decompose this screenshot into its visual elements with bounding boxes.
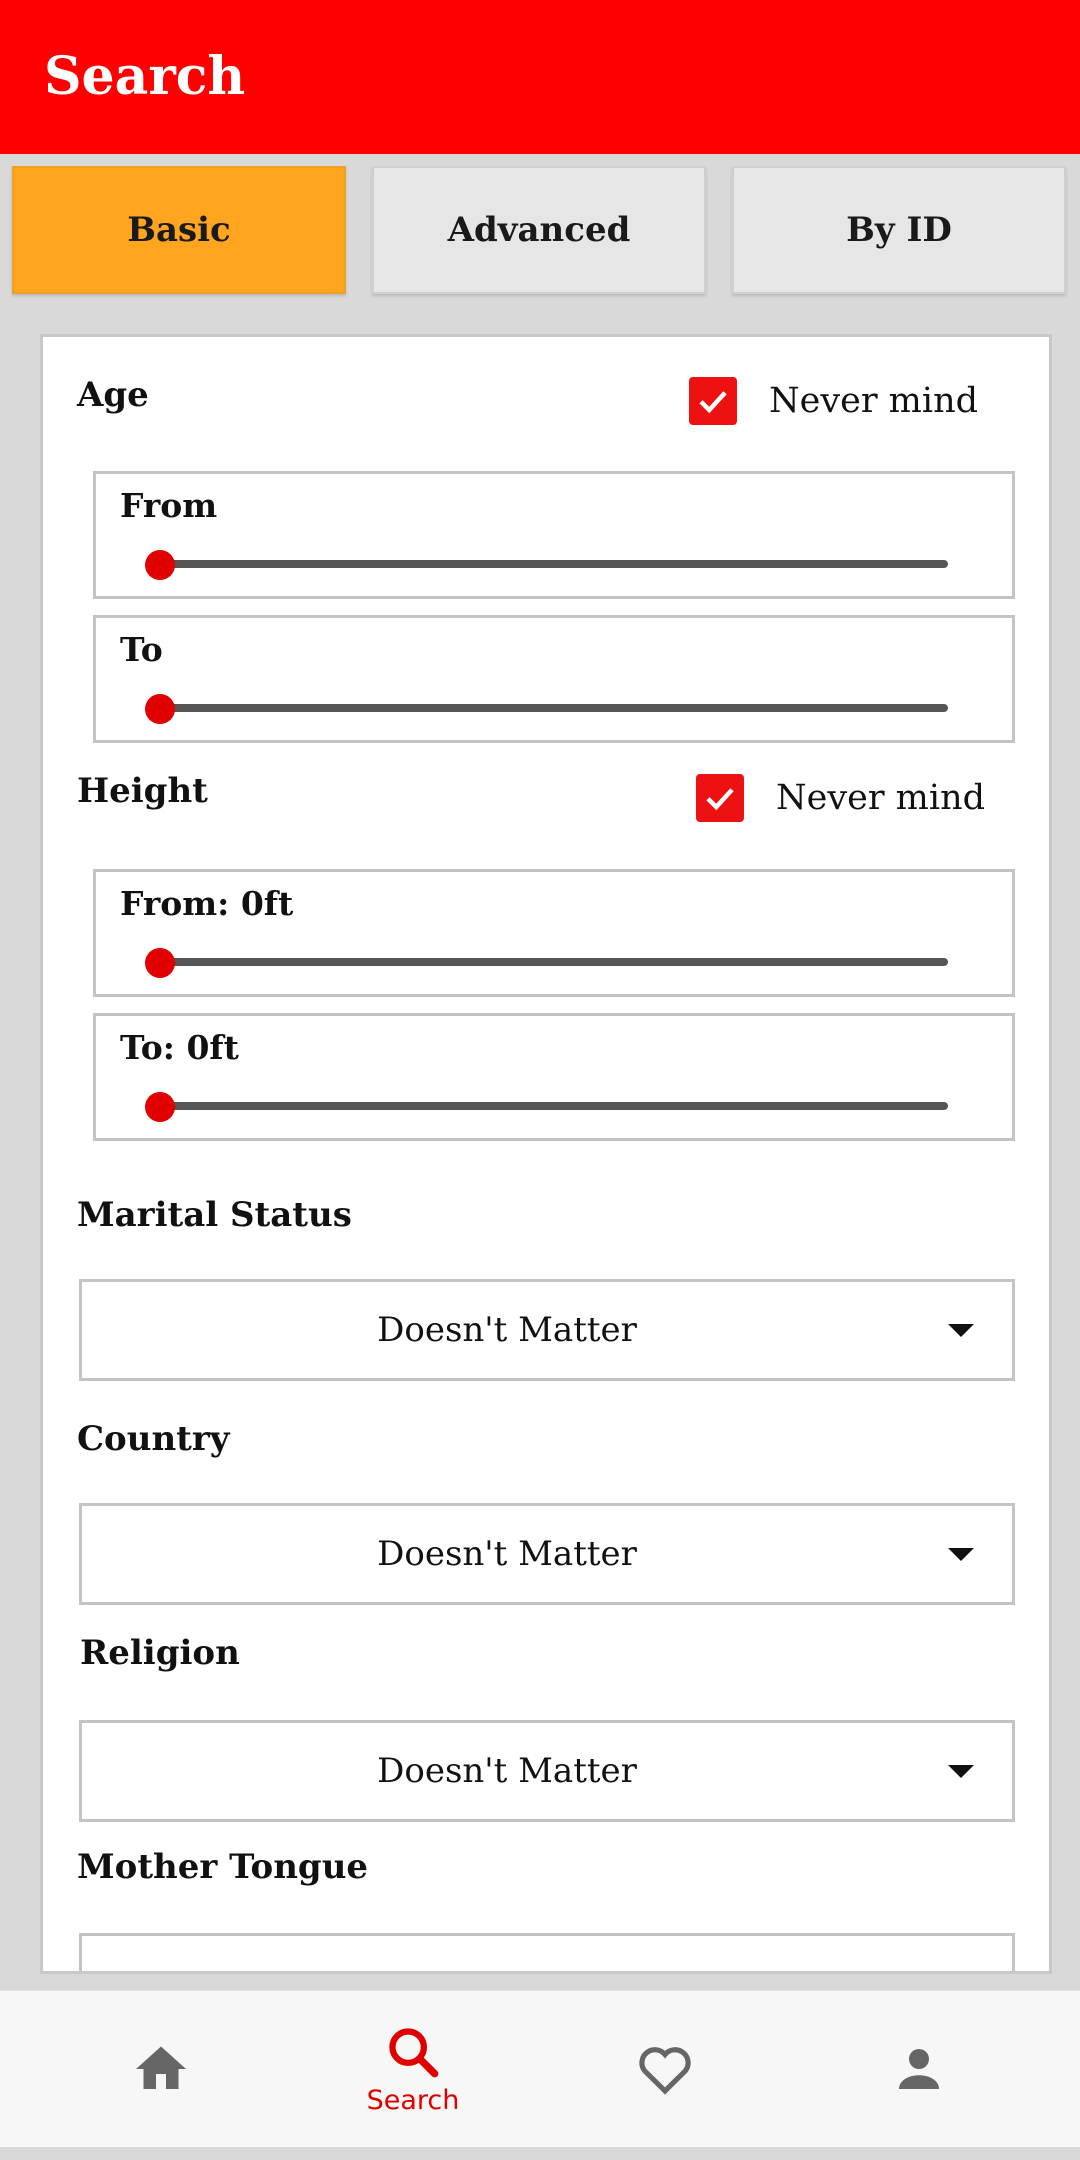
age-never-mind-label: Never mind — [769, 381, 979, 421]
height-to-slider-box: To: 0ft — [93, 1013, 1015, 1141]
bottom-navigation: Search — [0, 1990, 1080, 2147]
tab-by-id[interactable]: By ID — [732, 166, 1066, 294]
dropdown-caret-icon — [948, 1765, 974, 1778]
age-never-mind-checkbox[interactable] — [689, 377, 737, 425]
app-bar: Search — [0, 0, 1080, 154]
check-icon — [706, 788, 734, 811]
country-dropdown[interactable]: Doesn't Matter — [79, 1503, 1015, 1605]
age-never-mind[interactable]: Never mind — [689, 377, 978, 425]
person-icon — [899, 2049, 939, 2089]
nav-favorites[interactable] — [530, 1991, 800, 2147]
tab-advanced[interactable]: Advanced — [372, 166, 706, 294]
height-never-mind-label: Never mind — [776, 778, 986, 818]
height-never-mind-checkbox[interactable] — [696, 774, 744, 822]
age-from-slider-thumb[interactable] — [145, 550, 175, 580]
tab-basic[interactable]: Basic — [12, 166, 346, 294]
marital-status-selected: Doesn't Matter — [377, 1310, 637, 1350]
nav-search[interactable]: Search — [278, 1991, 548, 2147]
height-from-slider-track[interactable] — [156, 958, 948, 966]
search-tabs: Basic Advanced By ID — [0, 166, 1080, 294]
marital-status-label: Marital Status — [77, 1195, 352, 1235]
check-icon — [699, 391, 727, 414]
country-selected: Doesn't Matter — [377, 1534, 637, 1574]
search-icon — [389, 2027, 439, 2077]
height-to-label: To: 0ft — [120, 1028, 239, 1067]
height-to-slider-thumb[interactable] — [145, 1092, 175, 1122]
dropdown-caret-icon — [948, 1548, 974, 1561]
nav-search-label: Search — [366, 2084, 460, 2116]
age-from-slider-track[interactable] — [156, 560, 948, 568]
height-to-slider-track[interactable] — [156, 1102, 948, 1110]
age-to-slider-box: To — [93, 615, 1015, 743]
home-icon — [136, 2046, 186, 2089]
marital-status-dropdown[interactable]: Doesn't Matter — [79, 1279, 1015, 1381]
religion-label: Religion — [80, 1633, 240, 1673]
dropdown-caret-icon — [948, 1324, 974, 1337]
religion-dropdown[interactable]: Doesn't Matter — [79, 1720, 1015, 1822]
age-from-label: From — [120, 486, 218, 525]
nav-profile[interactable] — [784, 1991, 1054, 2147]
country-label: Country — [77, 1419, 230, 1459]
religion-selected: Doesn't Matter — [377, 1751, 637, 1791]
height-from-slider-thumb[interactable] — [145, 948, 175, 978]
mother-tongue-label: Mother Tongue — [77, 1847, 369, 1887]
page-title: Search — [44, 46, 246, 107]
height-label: Height — [77, 771, 208, 811]
age-to-slider-track[interactable] — [156, 704, 948, 712]
height-never-mind[interactable]: Never mind — [696, 774, 985, 822]
age-from-slider-box: From — [93, 471, 1015, 599]
heart-icon — [639, 2047, 691, 2095]
height-from-label: From: 0ft — [120, 884, 294, 923]
nav-home[interactable] — [26, 1991, 296, 2147]
age-to-slider-thumb[interactable] — [145, 694, 175, 724]
age-to-label: To — [120, 630, 163, 669]
height-from-slider-box: From: 0ft — [93, 869, 1015, 997]
age-label: Age — [77, 375, 149, 415]
search-form-card: Age Never mind From To Height Never mind… — [40, 334, 1052, 1974]
mother-tongue-dropdown[interactable] — [79, 1933, 1015, 1971]
